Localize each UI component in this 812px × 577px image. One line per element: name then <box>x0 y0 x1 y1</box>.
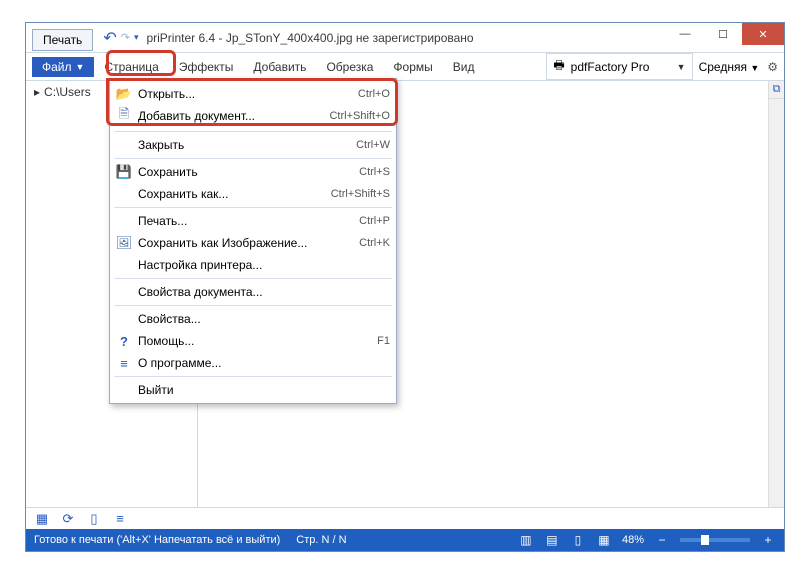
menu-save-shortcut: Ctrl+S <box>359 166 390 178</box>
menu-printer-setup-label: Настройка принтера... <box>134 258 390 272</box>
add-document-icon: 🗎 <box>114 105 134 127</box>
zoom-value: 48% <box>622 534 644 546</box>
menu-add-document-shortcut: Ctrl+Shift+O <box>329 110 390 122</box>
close-button[interactable]: ✕ <box>742 23 784 45</box>
menu-effects[interactable]: Эффекты <box>169 57 244 77</box>
printer-name: pdfFactory Pro <box>571 60 671 74</box>
options-icon[interactable]: ≡ <box>112 511 128 527</box>
page-icon[interactable]: ▯ <box>86 511 102 527</box>
zoom-slider[interactable] <box>680 538 750 542</box>
menu-properties-label: Свойства... <box>134 312 390 326</box>
layout-icon[interactable]: ▦ <box>34 511 50 527</box>
undo-icon[interactable]: ↶ <box>103 28 116 48</box>
menu-save-as[interactable]: Сохранить как... Ctrl+Shift+S <box>110 183 396 205</box>
file-menu-label: Файл <box>42 60 72 74</box>
image-icon: 🖼 <box>114 235 134 251</box>
tree-caret-icon: ▸ <box>34 85 40 99</box>
menu-save-as-shortcut: Ctrl+Shift+S <box>331 188 390 200</box>
menu-print[interactable]: Печать... Ctrl+P <box>110 210 396 232</box>
menu-save[interactable]: 💾 Сохранить Ctrl+S <box>110 161 396 183</box>
menu-save-image-shortcut: Ctrl+K <box>359 237 390 249</box>
menu-add[interactable]: Добавить <box>243 57 316 77</box>
view-grid-icon[interactable]: ▦ <box>596 532 612 548</box>
view-continuous-icon[interactable]: ▯ <box>570 532 586 548</box>
menu-about-label: О программе... <box>134 356 390 370</box>
vertical-scrollbar[interactable]: ⧉ <box>768 81 784 507</box>
menu-crop[interactable]: Обрезка <box>316 57 383 77</box>
menu-properties[interactable]: Свойства... <box>110 308 396 330</box>
menu-open-label: Открыть... <box>134 87 358 101</box>
status-bar: Готово к печати ('Alt+X' Напечатать всё … <box>26 529 784 551</box>
status-ready: Готово к печати ('Alt+X' Напечатать всё … <box>34 534 280 546</box>
status-page: Стр. N / N <box>296 534 346 546</box>
menu-save-image[interactable]: 🖼 Сохранить как Изображение... Ctrl+K <box>110 232 396 254</box>
chevron-down-icon: ▼ <box>677 62 686 72</box>
zoom-out-icon[interactable]: − <box>654 532 670 548</box>
menu-save-as-label: Сохранить как... <box>134 187 331 201</box>
maximize-button[interactable]: ☐ <box>704 23 742 45</box>
menu-close-shortcut: Ctrl+W <box>356 139 390 151</box>
printer-icon: 🖶 <box>553 56 564 77</box>
gear-icon[interactable]: ⚙ <box>767 60 778 74</box>
redo-icon[interactable]: ↷ <box>121 31 130 44</box>
scroll-top-icon[interactable]: ⧉ <box>769 81 784 99</box>
minimize-button[interactable]: — <box>666 23 704 45</box>
menu-add-document-label: Добавить документ... <box>134 109 329 123</box>
menu-close[interactable]: Закрыть Ctrl+W <box>110 134 396 156</box>
print-button[interactable]: Печать <box>32 29 93 51</box>
menu-print-shortcut: Ctrl+P <box>359 215 390 227</box>
menu-printer-setup[interactable]: Настройка принтера... <box>110 254 396 276</box>
menu-open[interactable]: 📂 Открыть... Ctrl+O <box>110 83 396 105</box>
about-icon: ≡ <box>114 356 134 371</box>
bottom-toolbar: ▦ ⟳ ▯ ≡ <box>26 507 784 529</box>
menu-help-label: Помощь... <box>134 334 377 348</box>
folder-open-icon: 📂 <box>114 86 134 102</box>
menu-exit-label: Выйти <box>134 383 390 397</box>
menu-help[interactable]: ? Помощь... F1 <box>110 330 396 352</box>
menu-help-shortcut: F1 <box>377 335 390 347</box>
menu-exit[interactable]: Выйти <box>110 379 396 401</box>
menu-view[interactable]: Вид <box>443 57 485 77</box>
menu-save-label: Сохранить <box>134 165 359 179</box>
menu-about[interactable]: ≡ О программе... <box>110 352 396 374</box>
menu-forms[interactable]: Формы <box>383 57 442 77</box>
menu-open-shortcut: Ctrl+O <box>358 88 390 100</box>
chevron-down-icon: ▼ <box>76 62 85 72</box>
zoom-in-icon[interactable]: + <box>760 532 776 548</box>
quality-selector[interactable]: Средняя ▼ <box>699 60 760 74</box>
view-single-icon[interactable]: ▥ <box>518 532 534 548</box>
file-menu-button[interactable]: Файл ▼ <box>32 57 94 77</box>
view-facing-icon[interactable]: ▤ <box>544 532 560 548</box>
menu-doc-properties[interactable]: Свойства документа... <box>110 281 396 303</box>
menu-add-document[interactable]: 🗎 Добавить документ... Ctrl+Shift+O <box>110 105 396 127</box>
printer-selector[interactable]: 🖶 pdfFactory Pro ▼ <box>546 53 692 80</box>
help-icon: ? <box>114 334 134 349</box>
qat-dropdown-icon[interactable]: ▾ <box>134 32 139 43</box>
menu-close-label: Закрыть <box>134 138 356 152</box>
menu-doc-properties-label: Свойства документа... <box>134 285 390 299</box>
menu-print-label: Печать... <box>134 214 359 228</box>
menu-page[interactable]: Страница <box>94 57 168 77</box>
menu-save-image-label: Сохранить как Изображение... <box>134 236 359 250</box>
save-icon: 💾 <box>114 164 134 180</box>
rotate-icon[interactable]: ⟳ <box>60 511 76 527</box>
tree-path: C:\Users <box>44 85 91 99</box>
window-title: priPrinter 6.4 - Jp_STonY_400x400.jpg не… <box>146 31 473 45</box>
file-dropdown-menu: 📂 Открыть... Ctrl+O 🗎 Добавить документ.… <box>109 78 397 404</box>
quality-label: Средняя <box>699 60 747 74</box>
